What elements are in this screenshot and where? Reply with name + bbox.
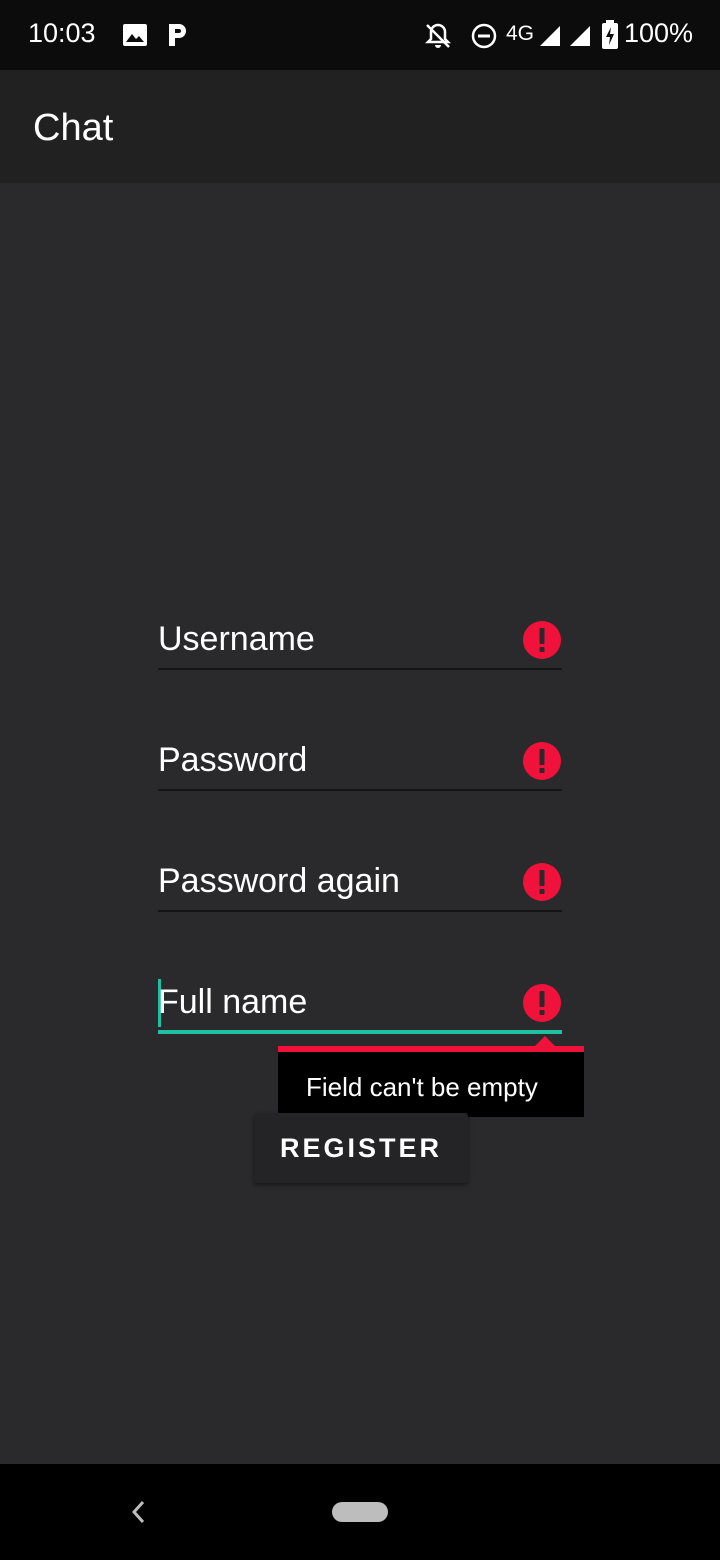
field-underline [158,668,562,670]
username-placeholder: Username [158,620,315,658]
status-bar: 10:03 4G 100% [0,0,720,70]
tooltip-pointer [535,1036,555,1046]
battery-percent: 100% [624,18,694,48]
error-icon[interactable] [522,741,562,781]
navigation-bar [0,1464,720,1560]
register-button[interactable]: REGISTER [254,1113,468,1183]
error-icon[interactable] [522,620,562,660]
full-name-field[interactable]: Full name [158,979,562,1034]
do-not-disturb-icon [470,22,498,55]
password-field[interactable]: Password [158,739,562,791]
register-button-label: REGISTER [279,1133,443,1163]
page-title: Chat [33,107,114,149]
image-icon [122,23,148,52]
username-field[interactable]: Username [158,618,562,670]
field-underline [158,910,562,912]
app-bar: Chat [0,70,720,183]
error-icon[interactable] [522,983,562,1023]
password-placeholder: Password [158,741,308,779]
field-underline [158,1030,562,1034]
signal-icon [568,24,592,53]
field-underline [158,789,562,791]
network-type: 4G [506,22,535,45]
full-name-placeholder: Full name [158,983,308,1021]
status-time: 10:03 [28,18,96,48]
home-pill-button[interactable] [332,1502,388,1522]
battery-charging-icon [601,20,619,55]
signal-icon [538,24,562,53]
tooltip-error-bar [278,1046,584,1052]
password-again-field[interactable]: Password again [158,860,562,912]
parking-p-icon [166,22,190,53]
error-tooltip: Field can't be empty [278,1036,584,1117]
error-message: Field can't be empty [306,1072,538,1102]
password-again-placeholder: Password again [158,862,400,900]
notifications-off-icon [424,22,452,55]
error-icon[interactable] [522,862,562,902]
back-icon[interactable] [128,1498,150,1531]
